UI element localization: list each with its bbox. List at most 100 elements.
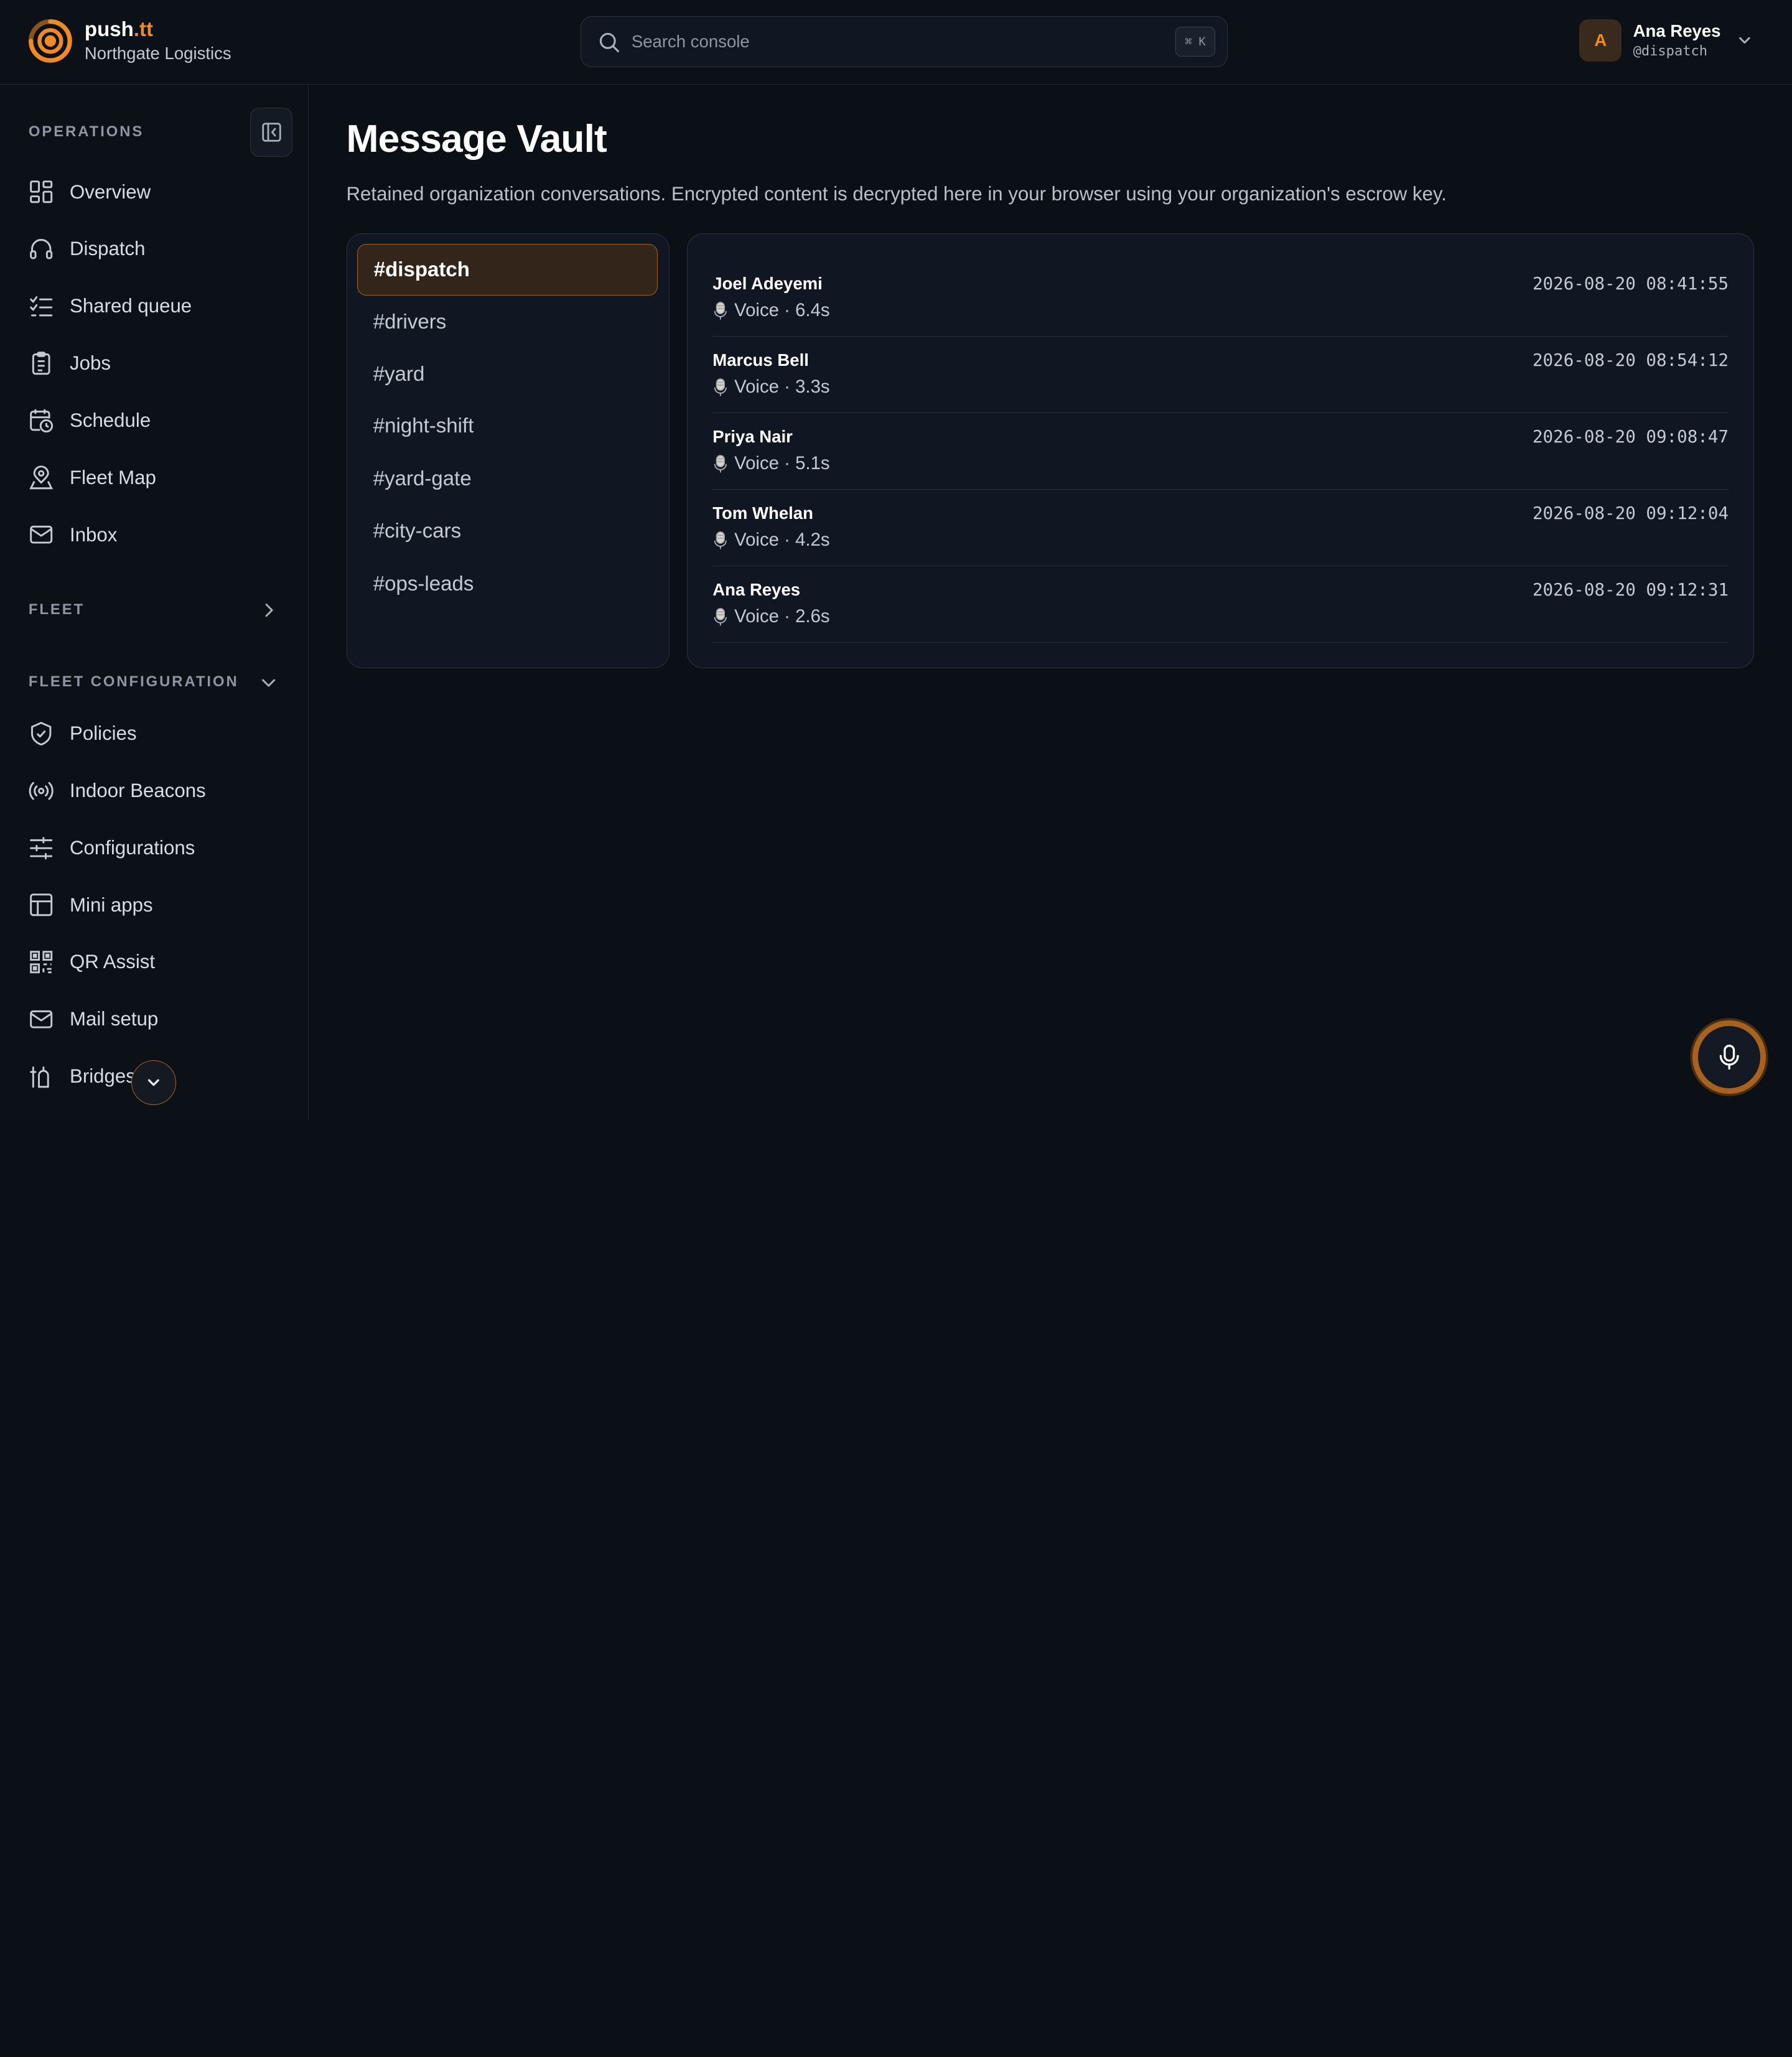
sidebar-item-policies[interactable]: Policies	[29, 717, 291, 751]
layout-icon	[30, 893, 53, 917]
top-bar: push.tt Northgate Logistics ⌘ K A Ana Re…	[0, 0, 1792, 85]
search-input[interactable]	[631, 26, 1157, 58]
message-sender: Ana Reyes	[712, 580, 801, 600]
microphone-icon	[714, 301, 727, 319]
message-row[interactable]: Joel Adeyemi Voice · 6.4s 2026-08-20 08:…	[712, 260, 1729, 337]
voice-message[interactable]: Voice · 4.2s	[712, 529, 830, 551]
search-shortcut-badge: ⌘ K	[1175, 27, 1216, 57]
sidebar-item-label: Jobs	[70, 352, 111, 375]
message-sender: Joel Adeyemi	[712, 273, 823, 293]
message-row[interactable]: Priya Nair Voice · 5.1s 2026-08-20 09:08…	[712, 413, 1729, 490]
sidebar-item-jobs[interactable]: Jobs	[29, 347, 291, 381]
channel-item-drivers[interactable]: #drivers	[357, 297, 658, 348]
user-handle: @dispatch	[1633, 43, 1708, 59]
voice-message[interactable]: Voice · 6.4s	[712, 300, 830, 321]
channel-item-ops-leads[interactable]: #ops-leads	[357, 558, 658, 610]
chevron-right-icon[interactable]	[259, 601, 278, 619]
search-bar[interactable]: ⌘ K	[581, 16, 1228, 68]
brand-name: push.tt	[84, 17, 154, 41]
section-label-fleet-configuration[interactable]: FLEET CONFIGURATION	[29, 673, 239, 691]
sidebar-item-label: QR Assist	[70, 951, 156, 973]
sidebar: OPERATIONS Overview Dispatch Shared queu…	[0, 84, 309, 1120]
chevron-down-icon	[1739, 37, 1750, 44]
qr-code-icon	[30, 951, 53, 974]
page-description: Retained organization conversations. Enc…	[346, 182, 1447, 205]
sidebar-item-label: Schedule	[70, 409, 151, 431]
user-menu[interactable]: A Ana Reyes @dispatch	[1579, 19, 1753, 62]
sidebar-item-mini-apps[interactable]: Mini apps	[29, 888, 291, 922]
shield-check-icon	[30, 722, 52, 746]
message-sender: Marcus Bell	[712, 350, 809, 370]
microphone-icon	[714, 378, 727, 396]
channel-item-night-shift[interactable]: #night-shift	[357, 401, 658, 452]
mail-icon	[30, 1010, 53, 1028]
channel-item-yard-gate[interactable]: #yard-gate	[357, 453, 658, 505]
message-sender: Priya Nair	[712, 427, 793, 447]
mail-icon	[30, 526, 53, 544]
scroll-down-button[interactable]	[131, 1060, 176, 1106]
sidebar-item-overview[interactable]: Overview	[29, 175, 291, 209]
map-pin-icon	[29, 465, 54, 489]
sliders-icon	[30, 836, 53, 859]
bridge-icon	[30, 1066, 49, 1088]
chevron-down-icon[interactable]	[259, 673, 278, 691]
sidebar-item-label: Inbox	[70, 523, 118, 546]
main-content: Message Vault Retained organization conv…	[309, 85, 1792, 1120]
organization-name: Northgate Logistics	[84, 43, 231, 63]
calendar-clock-icon	[30, 409, 54, 432]
user-name: Ana Reyes	[1633, 21, 1721, 41]
sidebar-item-dispatch[interactable]: Dispatch	[29, 232, 291, 266]
message-row[interactable]: Tom Whelan Voice · 4.2s 2026-08-20 09:12…	[712, 490, 1729, 567]
sidebar-item-shared-queue[interactable]: Shared queue	[29, 289, 291, 324]
sidebar-item-qr-assist[interactable]: QR Assist	[29, 945, 291, 979]
sidebar-item-label: Policies	[70, 722, 137, 745]
avatar: A	[1579, 19, 1622, 62]
sidebar-item-label: Indoor Beacons	[70, 779, 206, 801]
push-to-talk-button[interactable]	[1692, 1020, 1766, 1094]
sidebar-collapse-icon	[262, 122, 281, 142]
message-timestamp: 2026-08-20 09:12:04	[1532, 503, 1729, 524]
sidebar-item-label: Shared queue	[70, 295, 192, 317]
chevron-down-icon	[148, 1079, 160, 1086]
message-content: Voice · 4.2s	[734, 529, 830, 551]
section-label-operations: OPERATIONS	[28, 123, 144, 141]
sidebar-item-label: Mail setup	[70, 1008, 159, 1030]
message-timestamp: 2026-08-20 09:12:31	[1532, 580, 1729, 600]
collapse-sidebar-button[interactable]	[250, 107, 293, 157]
sidebar-item-label: Bridges	[70, 1065, 136, 1088]
channel-item-yard[interactable]: #yard	[357, 349, 658, 401]
channel-item-city-cars[interactable]: #city-cars	[357, 506, 658, 557]
sidebar-item-inbox[interactable]: Inbox	[29, 518, 291, 552]
message-timestamp: 2026-08-20 09:08:47	[1532, 427, 1729, 447]
message-sender: Tom Whelan	[712, 503, 813, 523]
brand[interactable]: push.tt Northgate Logistics	[28, 17, 231, 65]
microphone-icon	[1719, 1044, 1739, 1070]
section-label-fleet[interactable]: FLEET	[29, 601, 85, 618]
sidebar-item-configurations[interactable]: Configurations	[29, 831, 291, 865]
message-content: Voice · 6.4s	[734, 300, 830, 321]
sidebar-item-label: Mini apps	[70, 893, 153, 916]
message-row[interactable]: Ana Reyes Voice · 2.6s 2026-08-20 09:12:…	[712, 566, 1729, 643]
grid-icon	[30, 180, 53, 203]
search-icon	[599, 32, 619, 52]
sidebar-item-label: Overview	[70, 180, 151, 203]
page-title: Message Vault	[346, 117, 607, 161]
microphone-icon	[714, 607, 727, 626]
message-timestamp: 2026-08-20 08:54:12	[1532, 350, 1729, 370]
voice-message[interactable]: Voice · 2.6s	[712, 606, 830, 627]
sidebar-item-fleet-map[interactable]: Fleet Map	[29, 460, 291, 495]
channel-item-dispatch[interactable]: #dispatch	[357, 244, 658, 296]
voice-message[interactable]: Voice · 3.3s	[712, 376, 830, 398]
sidebar-item-indoor-beacons[interactable]: Indoor Beacons	[29, 773, 291, 808]
message-row[interactable]: Marcus Bell Voice · 3.3s 2026-08-20 08:5…	[712, 337, 1729, 414]
app-frame: push.tt Northgate Logistics ⌘ K A Ana Re…	[0, 0, 1792, 1120]
sidebar-item-schedule[interactable]: Schedule	[29, 403, 291, 437]
push-tt-logo-icon	[28, 19, 72, 63]
clipboard-icon	[32, 352, 50, 375]
checklist-icon	[30, 296, 53, 317]
sidebar-item-label: Fleet Map	[70, 466, 156, 488]
sidebar-item-mail-setup[interactable]: Mail setup	[29, 1002, 291, 1037]
voice-message[interactable]: Voice · 5.1s	[712, 453, 830, 474]
broadcast-icon	[29, 781, 54, 800]
headset-icon	[30, 239, 53, 259]
